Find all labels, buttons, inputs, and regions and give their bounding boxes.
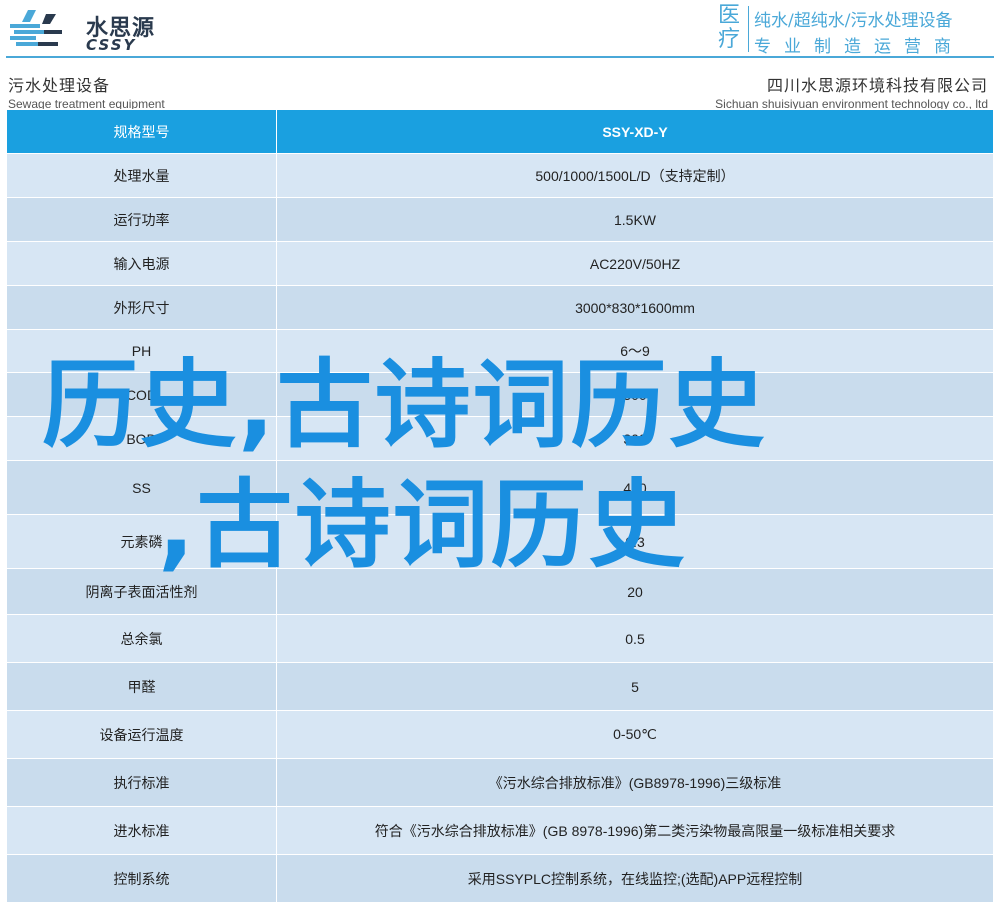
page-header: 水思源 CSSY 医疗 纯水/超纯水/污水处理设备 专业制造运营商 (0, 0, 1000, 58)
company-name-cn: 四川水思源环境科技有限公司 (766, 76, 988, 95)
row-key: 控制系统 (6, 854, 277, 903)
row-key: COD (6, 372, 277, 417)
product-category-cn: 污水处理设备 (8, 76, 111, 95)
slogan-tagline: 专业制造运营商 (754, 37, 964, 57)
table-row: 进水标准 符合《污水综合排放标准》(GB 8978-1996)第二类污染物最高限… (6, 806, 994, 855)
row-value: 500 (276, 372, 994, 417)
water-drop-logo-icon (10, 10, 62, 46)
table-row: SS 400 (6, 460, 994, 515)
table-row: 阴离子表面活性剂 20 (6, 568, 994, 615)
row-key: 阴离子表面活性剂 (6, 568, 277, 615)
row-key: 甲醛 (6, 662, 277, 711)
row-value: 3000*830*1600mm (276, 285, 994, 330)
row-key: PH (6, 329, 277, 373)
row-value: 0.5 (276, 614, 994, 663)
table-row: 元素磷 0.3 (6, 514, 994, 569)
table-row: 执行标准 《污水综合排放标准》(GB8978-1996)三级标准 (6, 758, 994, 807)
table-row: 控制系统 采用SSYPLC控制系统，在线监控;(选配)APP远程控制 (6, 854, 994, 903)
table-row: BOD 300 (6, 416, 994, 461)
table-header-value: SSY-XD-Y (276, 109, 994, 154)
table-row: 设备运行温度 0-50℃ (6, 710, 994, 759)
row-value: 1.5KW (276, 197, 994, 242)
row-key: 设备运行温度 (6, 710, 277, 759)
row-value: 0-50℃ (276, 710, 994, 759)
slogan: 医疗 纯水/超纯水/污水处理设备 专业制造运营商 (718, 3, 994, 58)
company-name: 四川水思源环境科技有限公司 Sichuan shuisiyuan environ… (715, 72, 988, 111)
row-key: 运行功率 (6, 197, 277, 242)
slogan-divider (748, 6, 749, 52)
product-category: 污水处理设备 Sewage treatment equipment (8, 72, 165, 111)
table-row: COD 500 (6, 372, 994, 417)
table-row: 总余氯 0.5 (6, 614, 994, 663)
row-key: 元素磷 (6, 514, 277, 569)
table-row: PH 6～9 (6, 329, 994, 373)
row-value: 采用SSYPLC控制系统，在线监控;(选配)APP远程控制 (276, 854, 994, 903)
row-key: 处理水量 (6, 153, 277, 198)
spec-table: 规格型号 SSY-XD-Y 处理水量 500/1000/1500L/D（支持定制… (6, 109, 994, 903)
table-row: 处理水量 500/1000/1500L/D（支持定制） (6, 153, 994, 198)
row-key: 输入电源 (6, 241, 277, 286)
row-key: 总余氯 (6, 614, 277, 663)
row-value: 6～9 (276, 329, 994, 373)
row-value: 0.3 (276, 514, 994, 569)
table-row: 甲醛 5 (6, 662, 994, 711)
table-row: 外形尺寸 3000*830*1600mm (6, 285, 994, 330)
slogan-products: 纯水/超纯水/污水处理设备 (754, 11, 953, 31)
row-key: SS (6, 460, 277, 515)
row-value: 5 (276, 662, 994, 711)
row-value: AC220V/50HZ (276, 241, 994, 286)
header-divider (6, 56, 994, 58)
row-key: BOD (6, 416, 277, 461)
row-key: 进水标准 (6, 806, 277, 855)
row-key: 执行标准 (6, 758, 277, 807)
table-header-key: 规格型号 (6, 109, 277, 154)
logo-english-name: CSSY (86, 36, 137, 54)
row-value: 符合《污水综合排放标准》(GB 8978-1996)第二类污染物最高限量一级标准… (276, 806, 994, 855)
row-value: 300 (276, 416, 994, 461)
row-value: 500/1000/1500L/D（支持定制） (276, 153, 994, 198)
row-value: 400 (276, 460, 994, 515)
table-header-row: 规格型号 SSY-XD-Y (6, 109, 994, 154)
row-key: 外形尺寸 (6, 285, 277, 330)
row-value: 《污水综合排放标准》(GB8978-1996)三级标准 (276, 758, 994, 807)
slogan-medical-label: 医疗 (718, 3, 741, 52)
row-value: 20 (276, 568, 994, 615)
company-logo[interactable]: 水思源 CSSY (8, 6, 168, 54)
table-row: 输入电源 AC220V/50HZ (6, 241, 994, 286)
table-row: 运行功率 1.5KW (6, 197, 994, 242)
